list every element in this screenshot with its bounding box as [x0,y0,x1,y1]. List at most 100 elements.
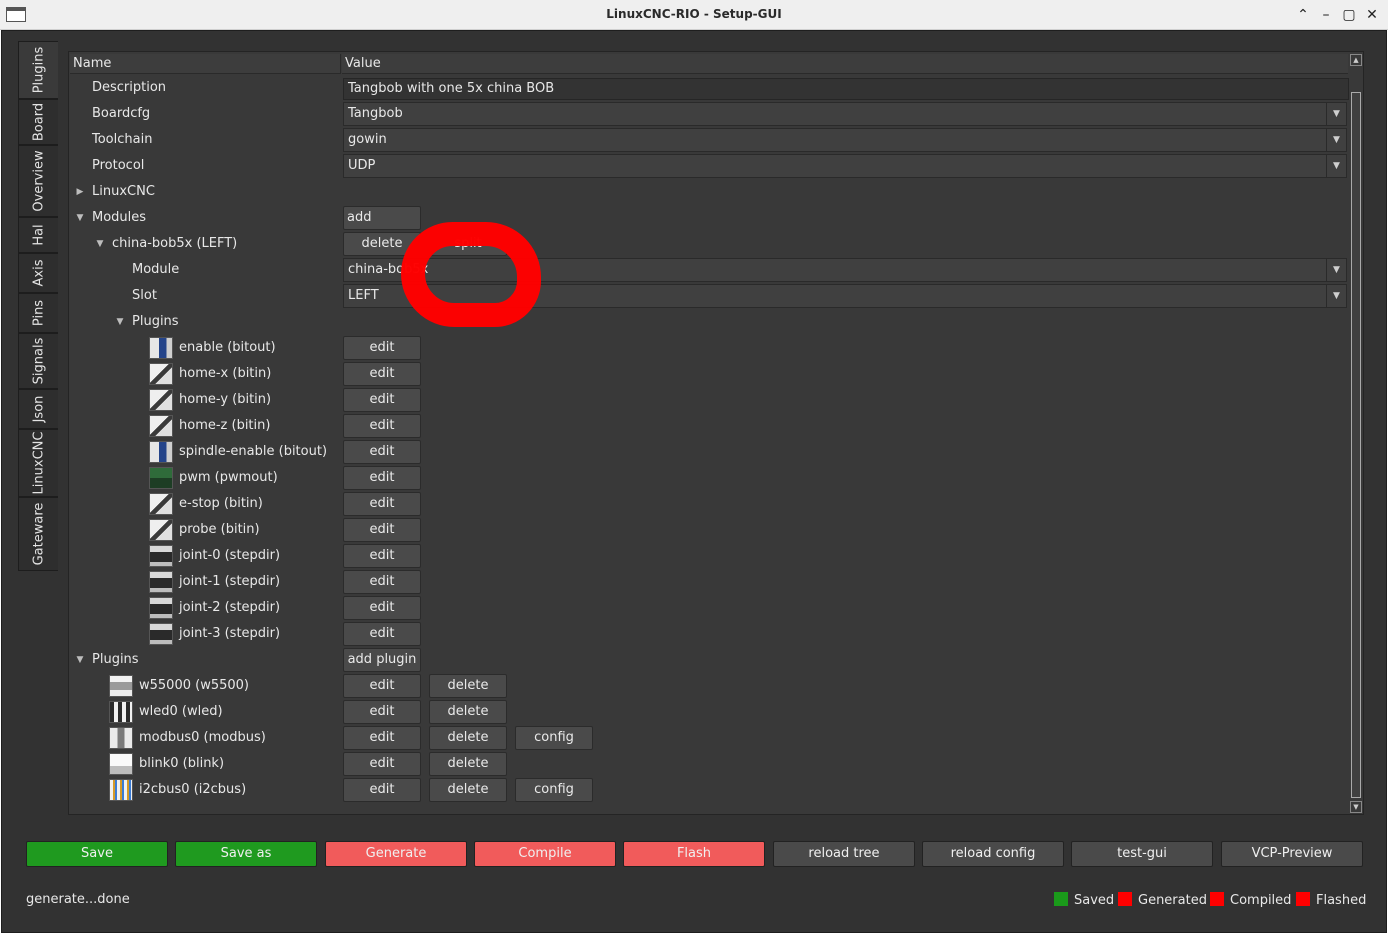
reload-config-button[interactable]: reload config [922,841,1064,867]
collapse-arrow-icon[interactable]: ▼ [74,205,86,231]
chevron-down-icon[interactable]: ▼ [1326,129,1346,151]
save-as-button[interactable]: Save as [175,841,317,867]
tree-row-plugin[interactable]: joint-2 (stepdir) edit [69,595,1349,621]
toolchain-select[interactable]: gowin ▼ [343,128,1347,152]
tree-row-plugin[interactable]: spindle-enable (bitout) edit [69,439,1349,465]
reload-tree-button[interactable]: reload tree [773,841,915,867]
tree-row-plugin[interactable]: enable (bitout) edit [69,335,1349,361]
delete-button[interactable]: delete [429,726,507,750]
tree-scrollbar[interactable]: ▲ ▼ [1349,52,1363,814]
tree-row-boardcfg[interactable]: Boardcfg Tangbob ▼ [69,101,1349,127]
chevron-down-icon[interactable]: ▼ [1326,103,1346,125]
column-header-name[interactable]: Name [70,54,341,74]
scrollbar-handle[interactable] [1351,92,1361,798]
expand-arrow-icon[interactable]: ▶ [74,179,86,205]
config-button[interactable]: config [515,778,593,802]
tree-row-plugin[interactable]: pwm (pwmout) edit [69,465,1349,491]
tree-row-module-type[interactable]: Module china-bob5x ▼ [69,257,1349,283]
tree-row-plugin[interactable]: joint-0 (stepdir) edit [69,543,1349,569]
tree-row-slot[interactable]: Slot LEFT ▼ [69,283,1349,309]
chevron-down-icon[interactable]: ▼ [1326,155,1346,177]
edit-button[interactable]: edit [343,570,421,594]
tree-row-plugin[interactable]: joint-1 (stepdir) edit [69,569,1349,595]
tree-row-module-china-bob5x[interactable]: ▼ china-bob5x (LEFT) delete split [69,231,1349,257]
tree-row-plugin[interactable]: wled0 (wled) edit delete [69,699,1349,725]
tree-row-plugin[interactable]: probe (bitin) edit [69,517,1349,543]
chevron-down-icon[interactable]: ▼ [1326,285,1346,307]
scroll-down-icon[interactable]: ▼ [1350,801,1362,813]
tree-row-plugin[interactable]: joint-3 (stepdir) edit [69,621,1349,647]
tab-linuxcnc[interactable]: LinuxCNC [18,429,58,497]
keep-above-icon[interactable]: ⌃ [1293,5,1313,25]
delete-button[interactable]: delete [429,752,507,776]
description-field[interactable]: Tangbob with one 5x china BOB [343,78,1349,100]
add-plugin-button[interactable]: add plugin [343,648,421,672]
vcp-preview-button[interactable]: VCP-Preview [1221,841,1363,867]
delete-button[interactable]: delete [429,778,507,802]
plugin-thumbnail-icon [149,493,173,515]
close-icon[interactable]: ✕ [1362,5,1382,25]
maximize-icon[interactable]: ▢ [1339,5,1359,25]
tree-row-plugin[interactable]: modbus0 (modbus) edit delete config [69,725,1349,751]
chevron-down-icon[interactable]: ▼ [1326,259,1346,281]
tree-row-plugin[interactable]: home-y (bitin) edit [69,387,1349,413]
legend-label: Generated [1138,893,1207,908]
edit-button[interactable]: edit [343,466,421,490]
tab-board[interactable]: Board [18,99,58,145]
tab-pins[interactable]: Pins [18,293,58,333]
tab-overview[interactable]: Overview [18,145,58,217]
edit-button[interactable]: edit [343,622,421,646]
tree-row-plugin[interactable]: blink0 (blink) edit delete [69,751,1349,777]
tree-row-module-plugins[interactable]: ▼ Plugins [69,309,1349,335]
edit-button[interactable]: edit [343,752,421,776]
tree-row-linuxcnc[interactable]: ▶ LinuxCNC [69,179,1349,205]
tab-json[interactable]: Json [18,389,58,429]
tree-row-protocol[interactable]: Protocol UDP ▼ [69,153,1349,179]
tab-signals[interactable]: Signals [18,333,58,389]
delete-button[interactable]: delete [429,700,507,724]
generate-button[interactable]: Generate [325,841,467,867]
boardcfg-select[interactable]: Tangbob ▼ [343,102,1347,126]
tab-label: Signals [31,337,46,385]
delete-button[interactable]: delete [429,674,507,698]
tree-row-plugins[interactable]: ▼ Plugins add plugin [69,647,1349,673]
edit-button[interactable]: edit [343,518,421,542]
add-module-button[interactable]: add module [343,206,421,247]
tab-hal[interactable]: Hal [18,217,58,253]
edit-button[interactable]: edit [343,336,421,360]
column-header-value[interactable]: Value [342,54,1348,74]
tree-row-plugin[interactable]: i2cbus0 (i2cbus) edit delete config [69,777,1349,803]
minimize-icon[interactable]: – [1316,5,1336,25]
edit-button[interactable]: edit [343,388,421,412]
test-gui-button[interactable]: test-gui [1071,841,1213,867]
tree-row-plugin[interactable]: home-z (bitin) edit [69,413,1349,439]
tree-row-modules[interactable]: ▼ Modules add module [69,205,1349,247]
edit-button[interactable]: edit [343,492,421,516]
scroll-up-icon[interactable]: ▲ [1350,54,1362,66]
tree-row-description[interactable]: Description Tangbob with one 5x china BO… [69,75,1349,101]
tree-row-plugin[interactable]: w55000 (w5500) edit delete [69,673,1349,699]
tab-plugins[interactable]: Plugins [18,41,58,99]
edit-button[interactable]: edit [343,778,421,802]
edit-button[interactable]: edit [343,674,421,698]
flash-button[interactable]: Flash [623,841,765,867]
tree-row-toolchain[interactable]: Toolchain gowin ▼ [69,127,1349,153]
protocol-select[interactable]: UDP ▼ [343,154,1347,178]
collapse-arrow-icon[interactable]: ▼ [114,309,126,335]
collapse-arrow-icon[interactable]: ▼ [94,231,106,257]
tab-axis[interactable]: Axis [18,253,58,293]
collapse-arrow-icon[interactable]: ▼ [74,647,86,673]
tab-gateware[interactable]: Gateware [18,497,58,571]
edit-button[interactable]: edit [343,726,421,750]
tree-row-plugin[interactable]: e-stop (bitin) edit [69,491,1349,517]
edit-button[interactable]: edit [343,440,421,464]
edit-button[interactable]: edit [343,596,421,620]
config-button[interactable]: config [515,726,593,750]
save-button[interactable]: Save [26,841,168,867]
edit-button[interactable]: edit [343,544,421,568]
edit-button[interactable]: edit [343,700,421,724]
compile-button[interactable]: Compile [474,841,616,867]
edit-button[interactable]: edit [343,362,421,386]
edit-button[interactable]: edit [343,414,421,438]
tree-row-plugin[interactable]: home-x (bitin) edit [69,361,1349,387]
